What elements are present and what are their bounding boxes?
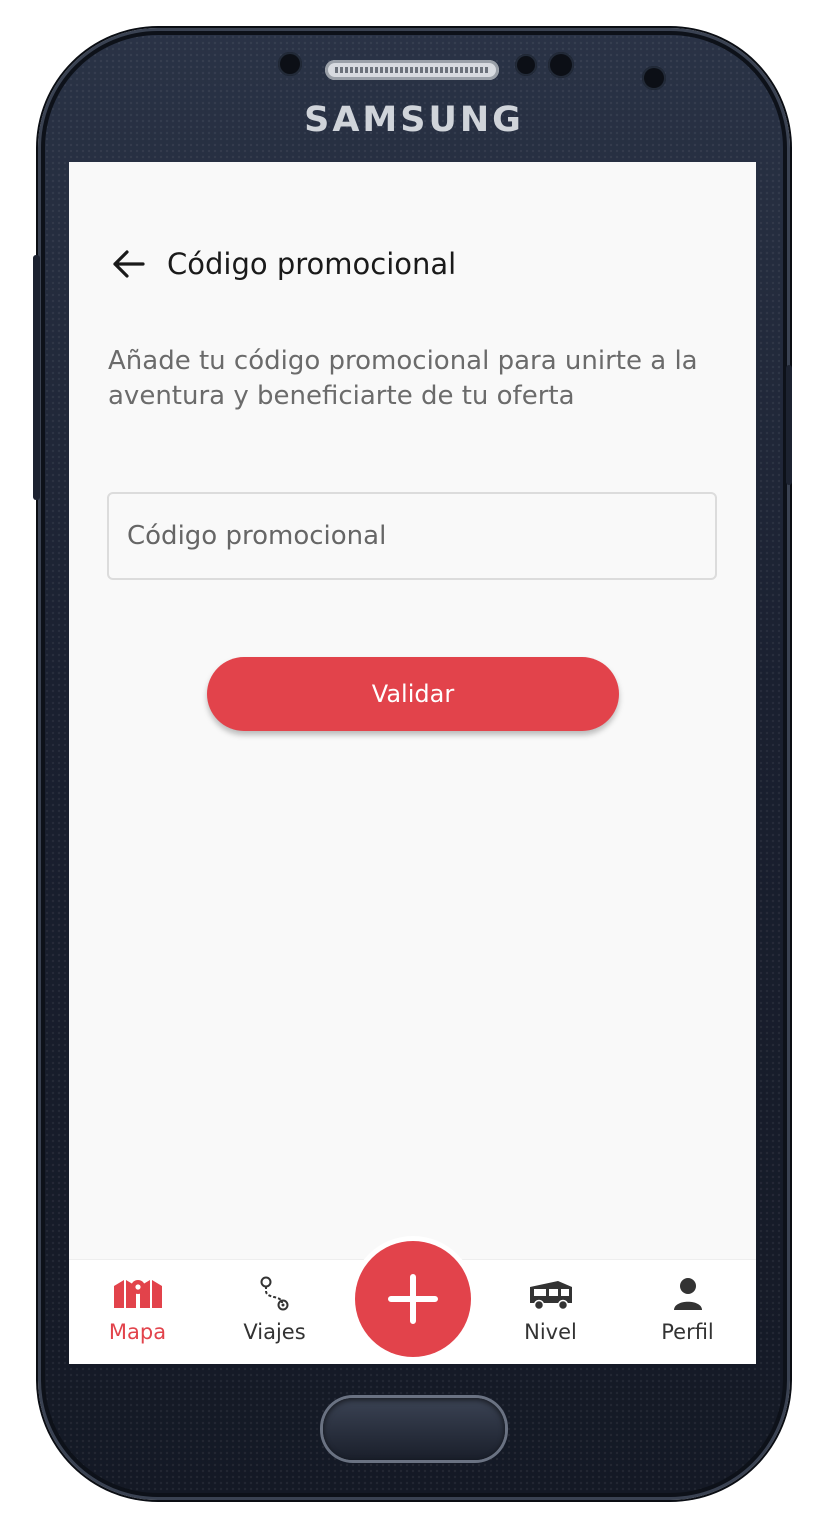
validate-button[interactable]: Validar (207, 657, 619, 731)
volume-button (33, 255, 40, 500)
add-button[interactable] (350, 1236, 476, 1362)
speaker-grille (325, 60, 499, 80)
sensor-icon (548, 52, 574, 78)
back-arrow-icon[interactable] (109, 244, 149, 284)
sensor-icon (515, 54, 537, 76)
nav-label: Viajes (243, 1320, 306, 1344)
plus-icon (355, 1241, 471, 1357)
nav-label: Nivel (524, 1320, 577, 1344)
app-screen: Código promocional Añade tu código promo… (69, 162, 756, 1364)
nav-label: Perfil (661, 1320, 714, 1344)
device-brand: SAMSUNG (304, 100, 524, 140)
route-icon (206, 1276, 343, 1312)
top-bar: Código promocional (109, 244, 456, 284)
page-title: Código promocional (167, 247, 457, 281)
sensor-icon (278, 52, 302, 76)
power-button (786, 365, 792, 485)
user-icon (619, 1276, 756, 1312)
promo-code-input[interactable] (107, 492, 717, 580)
description-text: Añade tu código promocional para unirte … (108, 346, 698, 411)
map-icon (69, 1276, 206, 1312)
camper-van-icon (482, 1276, 619, 1312)
home-button[interactable] (323, 1398, 505, 1460)
nav-item-perfil[interactable]: Perfil (619, 1260, 756, 1364)
front-camera-icon (642, 66, 666, 90)
nav-item-nivel[interactable]: Nivel (482, 1260, 619, 1364)
nav-item-viajes[interactable]: Viajes (206, 1260, 343, 1364)
nav-item-mapa[interactable]: Mapa (69, 1260, 206, 1364)
nav-label: Mapa (108, 1320, 167, 1344)
